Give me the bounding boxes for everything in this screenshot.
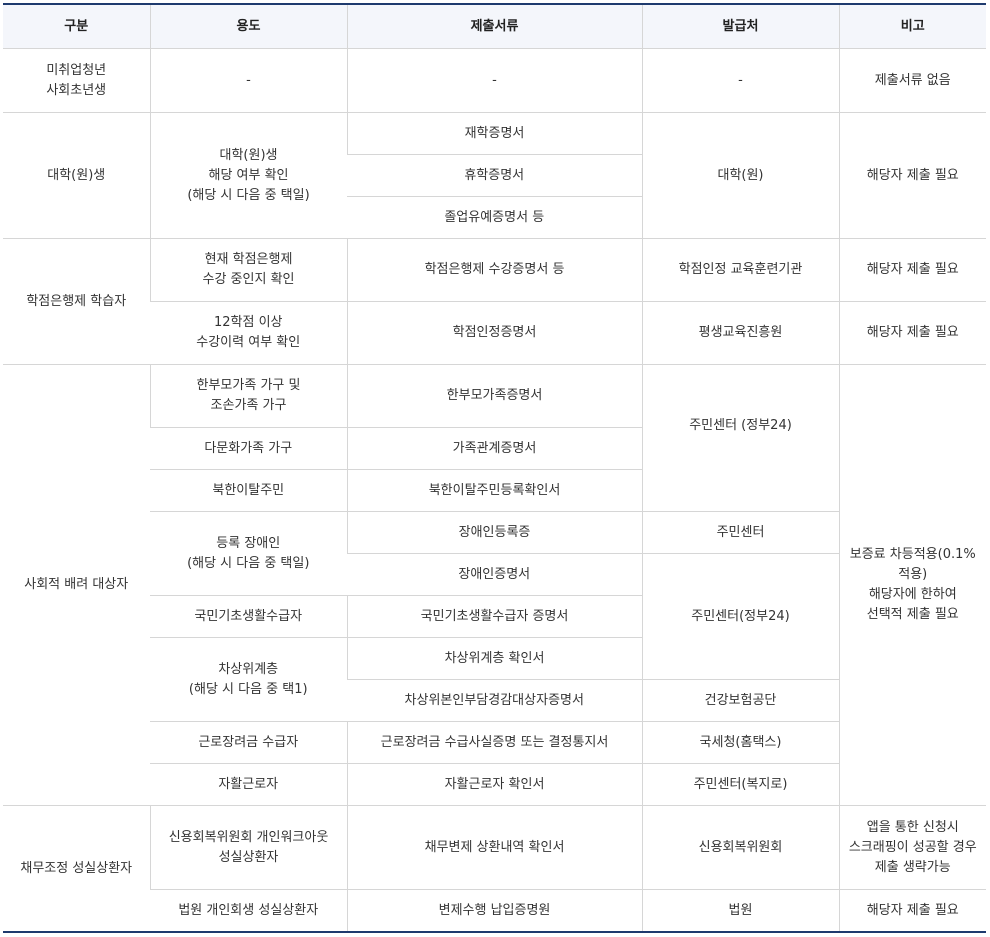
- purpose-cell: 차상위계층 (해당 시 다음 중 택1): [150, 637, 347, 722]
- table-row: 12학점 이상 수강이력 여부 확인 학점인정증명서 평생교육진흥원 해당자 제…: [3, 301, 986, 365]
- category-cell: 미취업청년 사회초년생: [3, 48, 150, 113]
- document-cell: 장애인증명서: [347, 553, 642, 596]
- document-cell: 국민기초생활수급자 증명서: [346, 595, 642, 638]
- table-row: 학점은행제 학습자 현재 학점은행제 수강 중인지 확인 학점은행제 수강증명서…: [3, 238, 986, 365]
- document-cell: 졸업유예증명서 등: [347, 196, 642, 239]
- purpose-cell: 신용회복위원회 개인워크아웃 성실상환자: [149, 805, 347, 890]
- category-cell: 사회적 배려 대상자: [3, 364, 150, 806]
- table-row: 사회적 배려 대상자 한부모가족 가구 및 조손가족 가구 한부모가족증명서 주…: [3, 364, 986, 806]
- document-cell: -: [346, 48, 642, 113]
- purpose-cell: 자활근로자: [150, 763, 347, 806]
- header-note: 비고: [838, 4, 986, 49]
- document-cell: 학점인정증명서: [346, 301, 642, 365]
- document-cell: 장애인등록증: [346, 511, 642, 554]
- purpose-cell: 다문화가족 가구: [150, 427, 347, 470]
- header-row: 구분 용도 제출서류 발급처 비고: [3, 4, 986, 49]
- document-cell: 북한이탈주민등록확인서: [346, 469, 642, 512]
- issuer-cell: -: [641, 48, 839, 113]
- table-row: 채무조정 성실상환자 신용회복위원회 개인워크아웃 성실상환자 채무변제 상환내…: [3, 805, 986, 933]
- issuer-cell: 법원: [641, 889, 839, 933]
- document-cell: 재학증명서: [346, 112, 642, 155]
- header-category: 구분: [3, 4, 150, 49]
- document-cell: 휴학증명서: [347, 154, 642, 197]
- document-cell: 가족관계증명서: [346, 427, 642, 470]
- purpose-cell: 국민기초생활수급자: [150, 595, 347, 638]
- document-cell: 차상위본인부담경감대상자증명서: [347, 679, 642, 722]
- purpose-cell: 근로장려금 수급자: [150, 721, 347, 764]
- purpose-cell: 현재 학점은행제 수강 중인지 확인: [149, 238, 347, 302]
- table-row: 미취업청년 사회초년생 - - - 제출서류 없음: [3, 48, 986, 113]
- header-purpose: 용도: [149, 4, 347, 49]
- issuer-cell: 학점인정 교육훈련기관: [641, 238, 839, 302]
- purpose-cell: 북한이탈주민: [150, 469, 347, 512]
- note-cell: 제출서류 없음: [838, 48, 986, 113]
- category-cell: 학점은행제 학습자: [3, 238, 150, 365]
- issuer-cell: 대학(원): [641, 112, 839, 239]
- table-row: 등록 장애인 (해당 시 다음 중 택일) 장애인등록증 주민센터: [3, 511, 986, 596]
- issuer-cell: 주민센터 (정부24): [641, 364, 839, 512]
- document-cell: 채무변제 상환내역 확인서: [346, 805, 642, 890]
- note-cell: 보증료 차등적용(0.1% 적용) 해당자에 한하여 선택적 제출 필요: [838, 364, 986, 806]
- issuer-cell: 주민센터(정부24): [641, 553, 839, 680]
- purpose-cell: 법원 개인회생 성실상환자: [150, 889, 347, 933]
- document-cell: 한부모가족증명서: [346, 364, 642, 428]
- category-cell: 채무조정 성실상환자: [3, 805, 150, 933]
- header-issuer: 발급처: [641, 4, 839, 49]
- document-cell: 변제수행 납입증명원: [346, 889, 642, 933]
- note-cell: 해당자 제출 필요: [838, 889, 986, 933]
- issuer-cell: 평생교육진흥원: [641, 301, 839, 365]
- purpose-cell: -: [149, 48, 347, 113]
- table-row: 근로장려금 수급자 근로장려금 수급사실증명 또는 결정통지서 국세청(홈택스): [3, 721, 986, 764]
- table-row: 대학(원)생 대학(원)생 해당 여부 확인 (해당 시 다음 중 택일) 재학…: [3, 112, 986, 239]
- issuer-cell: 국세청(홈택스): [641, 721, 839, 764]
- issuer-cell: 주민센터(복지로): [641, 763, 839, 806]
- table-row: 자활근로자 자활근로자 확인서 주민센터(복지로): [3, 763, 986, 806]
- document-cell: 근로장려금 수급사실증명 또는 결정통지서: [346, 721, 642, 764]
- issuer-cell: 신용회복위원회: [641, 805, 839, 890]
- issuer-cell: 건강보험공단: [641, 679, 839, 722]
- note-cell: 해당자 제출 필요: [838, 301, 986, 365]
- note-cell: 앱을 통한 신청시 스크래핑이 성공할 경우 제출 생략가능: [838, 805, 986, 890]
- issuer-cell: 주민센터: [641, 511, 839, 554]
- document-cell: 차상위계층 확인서: [346, 637, 642, 680]
- note-cell: 해당자 제출 필요: [838, 238, 986, 302]
- purpose-cell: 등록 장애인 (해당 시 다음 중 택일): [150, 511, 347, 596]
- document-cell: 자활근로자 확인서: [346, 763, 642, 806]
- purpose-cell: 대학(원)생 해당 여부 확인 (해당 시 다음 중 택일): [149, 112, 347, 239]
- purpose-cell: 12학점 이상 수강이력 여부 확인: [150, 301, 347, 365]
- table-row: 법원 개인회생 성실상환자 변제수행 납입증명원 법원 해당자 제출 필요: [3, 889, 986, 933]
- document-requirements-table: 구분 용도 제출서류 발급처 비고 미취업청년 사회초년생 - - - 제출서류…: [3, 3, 986, 933]
- header-documents: 제출서류: [346, 4, 642, 49]
- purpose-cell: 한부모가족 가구 및 조손가족 가구: [149, 364, 347, 428]
- category-cell: 대학(원)생: [3, 112, 150, 239]
- document-cell: 학점은행제 수강증명서 등: [346, 238, 642, 302]
- note-cell: 해당자 제출 필요: [838, 112, 986, 239]
